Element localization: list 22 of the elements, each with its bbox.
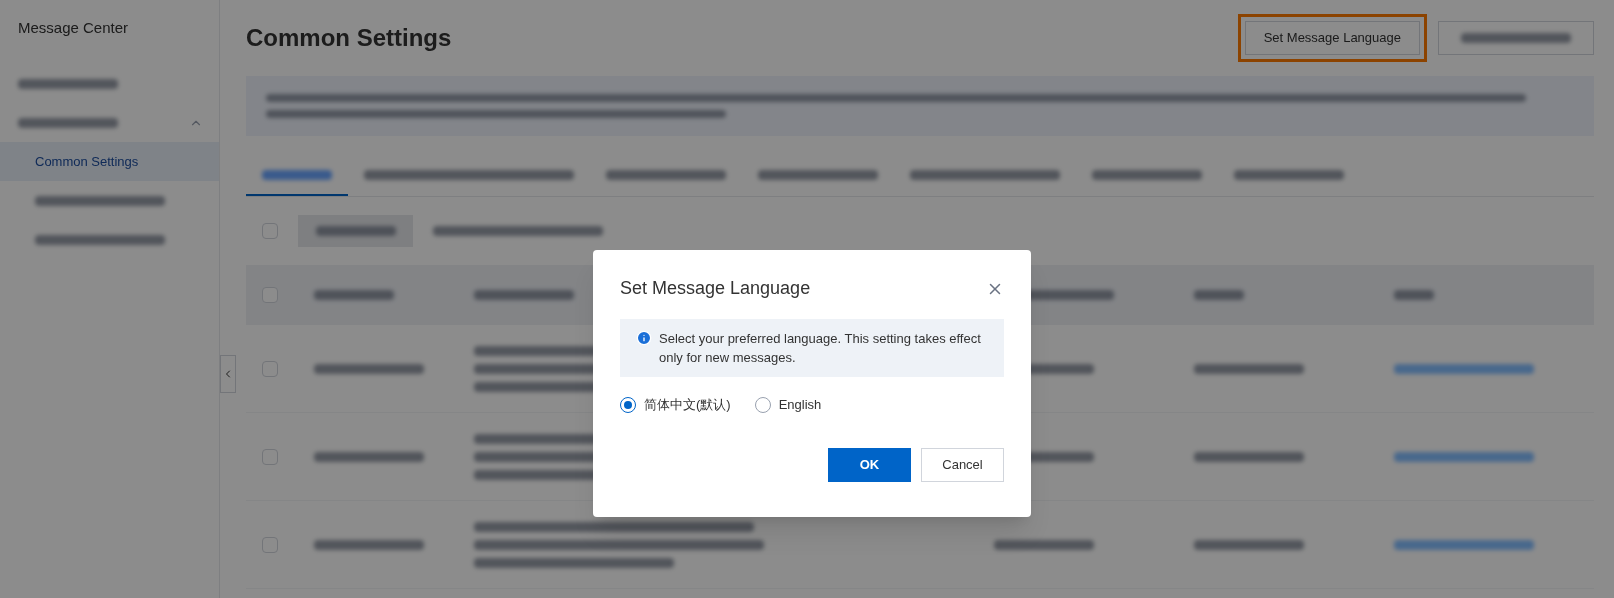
radio-option[interactable]: English xyxy=(754,395,822,415)
checkbox[interactable] xyxy=(262,287,278,303)
checkbox[interactable] xyxy=(262,536,278,553)
radio-option[interactable]: 简体中文(默认) xyxy=(620,395,731,415)
checkbox[interactable] xyxy=(262,448,278,465)
blurred-text xyxy=(1194,290,1244,300)
cancel-button[interactable]: Cancel xyxy=(921,447,1004,482)
header-button[interactable] xyxy=(1438,21,1594,55)
info-icon xyxy=(636,330,652,346)
header-button[interactable]: Set Message Language xyxy=(1244,21,1420,55)
collapse-button[interactable] xyxy=(220,355,236,393)
blurred-text xyxy=(1394,290,1434,300)
blurred-text xyxy=(262,170,332,180)
page-title: Common Settings xyxy=(246,23,452,53)
checkbox[interactable] xyxy=(262,223,278,239)
checkbox[interactable] xyxy=(262,360,278,377)
blurred-button[interactable] xyxy=(298,215,413,247)
ok-button[interactable]: OK xyxy=(828,447,911,482)
dialog-title: Set Message Language xyxy=(620,277,811,300)
sidebar-item[interactable]: Common Settings xyxy=(0,142,219,181)
info-text: Select your preferred language. This setting takes effect only for new messages. xyxy=(659,330,982,367)
sidebar-title: Message Center xyxy=(17,17,130,38)
